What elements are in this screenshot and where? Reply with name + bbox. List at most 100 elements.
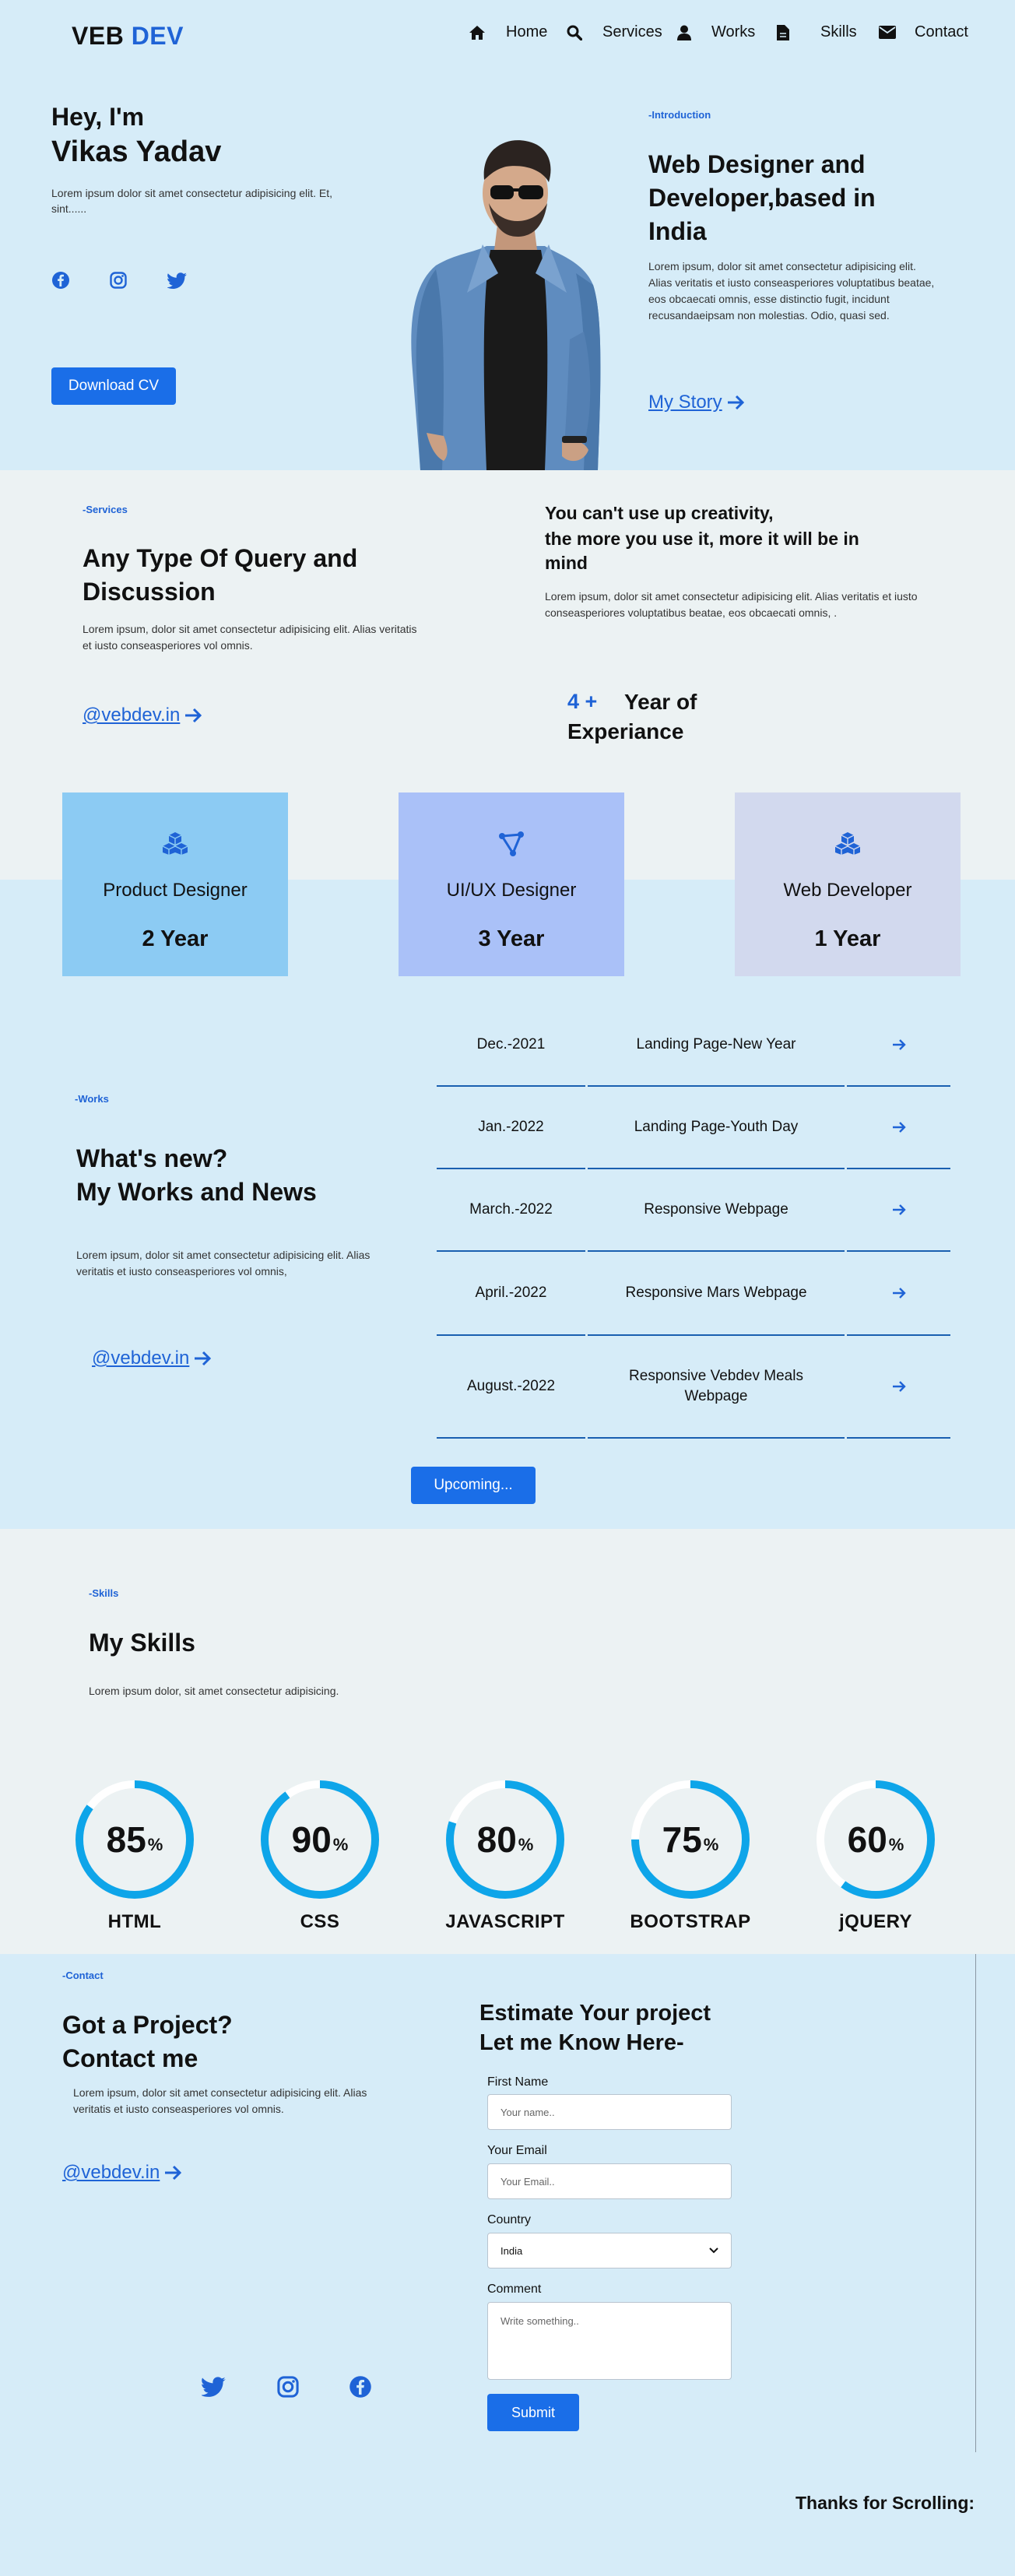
work-project: Landing Page-New Year xyxy=(588,1004,845,1087)
works-link-text[interactable]: @vebdev.in xyxy=(92,1348,189,1369)
cubes-icon xyxy=(62,831,288,855)
arrow-right-icon xyxy=(892,1287,906,1299)
experience-label-2: Experiance xyxy=(567,719,684,743)
vector-icon xyxy=(399,831,624,856)
work-open-button[interactable] xyxy=(847,1252,950,1336)
cubes-icon xyxy=(735,831,961,855)
skill-name: JAVASCRIPT xyxy=(445,1911,565,1932)
hero-text: Lorem ipsum dolor sit amet consectetur a… xyxy=(51,187,333,215)
card-years: 2 Year xyxy=(142,926,209,951)
service-card-web-developer: Web Developer 1 Year xyxy=(735,792,961,976)
nav-services[interactable]: Services xyxy=(567,23,662,41)
work-date: March.-2022 xyxy=(437,1169,585,1252)
instagram-icon[interactable] xyxy=(277,2376,299,2398)
work-open-button[interactable] xyxy=(847,1087,950,1169)
table-row[interactable]: Jan.-2022 Landing Page-Youth Day xyxy=(437,1087,950,1169)
nav-home[interactable]: Home xyxy=(469,23,547,41)
contact-text: Lorem ipsum, dolor sit amet consectetur … xyxy=(73,2086,367,2115)
download-cv-button[interactable]: Download CV xyxy=(51,367,176,405)
work-project: Landing Page-Youth Day xyxy=(588,1087,845,1169)
work-open-button[interactable] xyxy=(847,1169,950,1252)
comment-field[interactable]: Write something.. xyxy=(487,2302,732,2380)
nav-skills[interactable]: Skills xyxy=(777,23,857,41)
arrow-right-icon xyxy=(892,1038,906,1051)
table-row[interactable]: March.-2022 Responsive Webpage xyxy=(437,1169,950,1252)
services-link[interactable]: @vebdev.in xyxy=(83,705,202,726)
country-value: India xyxy=(500,2244,523,2257)
work-project: Responsive Mars Webpage xyxy=(588,1252,845,1336)
skill-bootstrap: 75% BOOTSTRAP xyxy=(628,1777,753,1933)
works-title-1: What's new? xyxy=(76,1144,228,1172)
nav-skills-label: Skills xyxy=(820,23,857,40)
service-card-product-designer: Product Designer 2 Year xyxy=(62,792,288,976)
twitter-icon[interactable] xyxy=(202,2377,227,2397)
twitter-icon[interactable] xyxy=(167,272,188,289)
experience-number: 4 + xyxy=(567,690,598,713)
works-link[interactable]: @vebdev.in xyxy=(92,1348,212,1369)
hero-title: Web Designer and Developer,based in Indi… xyxy=(648,150,876,245)
contact-link[interactable]: @vebdev.in xyxy=(62,2162,182,2184)
table-row[interactable]: April.-2022 Responsive Mars Webpage xyxy=(437,1252,950,1336)
skill-unit: % xyxy=(703,1835,719,1854)
table-row[interactable]: August.-2022 Responsive Vebdev Meals Web… xyxy=(437,1336,950,1439)
nav-works[interactable]: Works xyxy=(677,23,755,41)
chevron-down-icon xyxy=(709,2247,718,2254)
country-label: Country xyxy=(487,2213,532,2226)
logo[interactable]: VEB DEV xyxy=(72,22,184,51)
first-name-label: First Name xyxy=(487,2075,549,2089)
skill-unit: % xyxy=(332,1835,349,1854)
logo-second: DEV xyxy=(131,22,184,50)
work-open-button[interactable] xyxy=(847,1004,950,1087)
nav-home-label: Home xyxy=(506,23,548,40)
country-select[interactable]: India xyxy=(487,2233,732,2268)
file-icon xyxy=(777,24,789,40)
work-open-button[interactable] xyxy=(847,1336,950,1439)
card-title: UI/UX Designer xyxy=(446,880,577,901)
works-tag: -Works xyxy=(75,1093,109,1105)
work-date: Dec.-2021 xyxy=(437,1004,585,1087)
skill-value: 75 xyxy=(662,1819,702,1860)
hero-description: Lorem ipsum, dolor sit amet consectetur … xyxy=(648,260,935,322)
skill-html: 85% HTML xyxy=(72,1777,197,1933)
nav-contact[interactable]: Contact xyxy=(879,23,968,41)
arrow-right-icon xyxy=(892,1380,906,1393)
upcoming-button[interactable]: Upcoming... xyxy=(411,1467,536,1504)
skill-jquery: 60% jQUERY xyxy=(813,1777,938,1933)
services-text: Lorem ipsum, dolor sit amet consectetur … xyxy=(83,623,417,652)
work-date: April.-2022 xyxy=(437,1252,585,1336)
arrow-right-icon xyxy=(194,1351,212,1366)
form-title-2: Let me Know Here- xyxy=(479,2030,684,2055)
my-story-link-text[interactable]: My Story xyxy=(648,392,722,413)
work-date: August.-2022 xyxy=(437,1336,585,1439)
intro-tag: -Introduction xyxy=(648,109,711,121)
card-title: Web Developer xyxy=(783,880,912,901)
skill-unit: % xyxy=(518,1835,534,1854)
email-field[interactable]: Your Email.. xyxy=(487,2163,732,2199)
skill-value: 80 xyxy=(476,1819,517,1860)
experience-label-1: Year of xyxy=(624,690,697,714)
table-row[interactable]: Dec.-2021 Landing Page-New Year xyxy=(437,1004,950,1087)
skills-tag: -Skills xyxy=(89,1587,119,1599)
services-link-text[interactable]: @vebdev.in xyxy=(83,705,180,726)
nav-contact-label: Contact xyxy=(915,23,968,40)
contact-link-text[interactable]: @vebdev.in xyxy=(62,2162,160,2184)
works-title-2: My Works and News xyxy=(76,1178,317,1206)
arrow-right-icon xyxy=(892,1204,906,1216)
arrow-right-icon xyxy=(164,2165,182,2181)
instagram-icon[interactable] xyxy=(110,272,127,289)
comment-label: Comment xyxy=(487,2283,542,2296)
work-date: Jan.-2022 xyxy=(437,1087,585,1169)
skill-javascript: 80% JAVASCRIPT xyxy=(443,1777,567,1933)
skill-css: 90% CSS xyxy=(258,1777,382,1933)
logo-first: VEB xyxy=(72,22,125,50)
first-name-field[interactable]: Your name.. xyxy=(487,2094,732,2130)
facebook-icon[interactable] xyxy=(349,2375,372,2399)
service-card-uiux-designer: UI/UX Designer 3 Year xyxy=(399,792,624,976)
skills-title: My Skills xyxy=(89,1629,195,1657)
vertical-divider xyxy=(975,1954,976,2452)
submit-button[interactable]: Submit xyxy=(487,2394,579,2431)
hero-portrait xyxy=(389,137,623,470)
facebook-icon[interactable] xyxy=(51,271,70,290)
my-story-link[interactable]: My Story xyxy=(648,392,744,413)
email-label: Your Email xyxy=(487,2144,547,2157)
